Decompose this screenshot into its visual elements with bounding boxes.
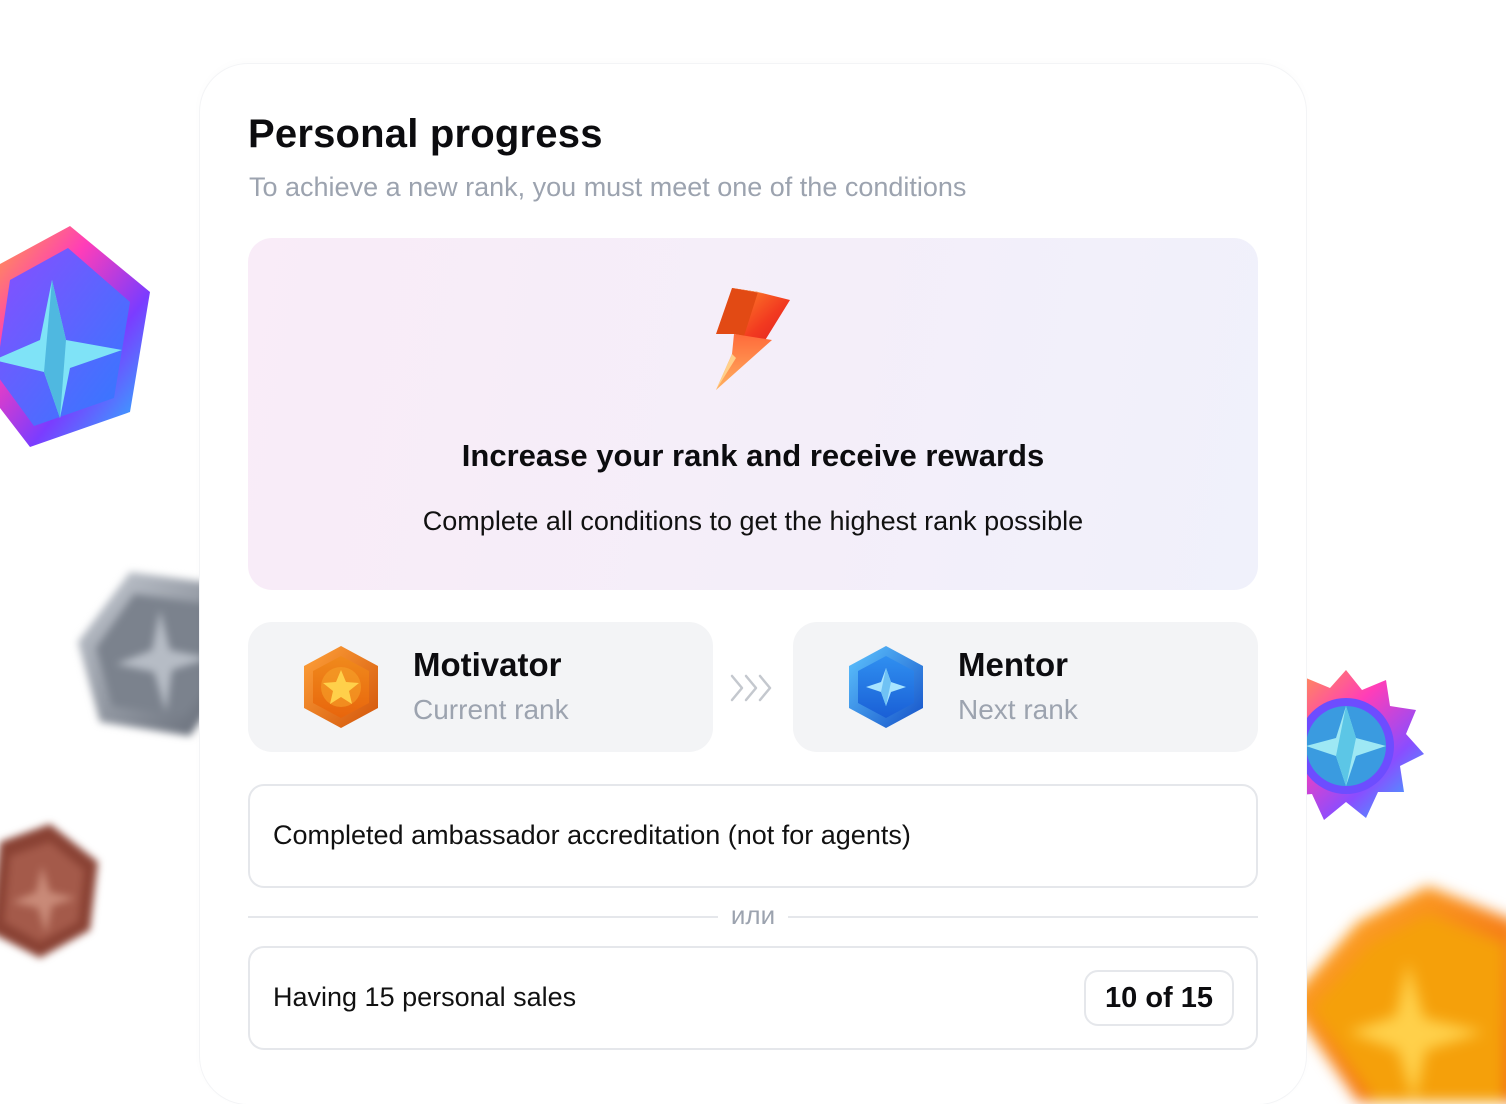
blue-rank-badge-icon — [849, 646, 923, 728]
page-title: Personal progress — [248, 112, 603, 156]
or-separator-label: или — [730, 900, 776, 930]
banner-title: Increase your rank and receive rewards — [461, 438, 1045, 473]
current-rank-card: Motivator Current rank — [248, 622, 713, 752]
gold-star-badge-decoration — [1288, 886, 1506, 1102]
next-rank-card: Mentor Next rank — [793, 622, 1258, 752]
condition-text: Completed ambassador accreditation (not … — [273, 820, 911, 850]
rewards-banner: Increase your rank and receive rewards C… — [248, 238, 1258, 590]
condition-item: Having 15 personal sales 10 of 15 — [248, 946, 1258, 1050]
condition-item: Completed ambassador accreditation (not … — [248, 784, 1258, 888]
next-rank-label: Next rank — [958, 694, 1078, 725]
triple-chevron-right-icon — [730, 674, 772, 702]
separator-line — [788, 916, 1258, 918]
lightning-icon — [716, 288, 790, 390]
current-rank-name: Motivator — [413, 646, 562, 683]
page-subtitle: To achieve a new rank, you must meet one… — [249, 172, 967, 202]
bronze-rank-badge-icon — [304, 646, 378, 728]
progress-counter-badge: 10 of 15 — [1084, 970, 1234, 1026]
banner-text: Complete all conditions to get the highe… — [422, 506, 1084, 536]
separator-line — [248, 916, 718, 918]
bronze-star-badge-decoration — [0, 824, 98, 958]
condition-text: Having 15 personal sales — [273, 982, 577, 1012]
current-rank-label: Current rank — [413, 694, 569, 725]
rainbow-star-badge-decoration — [0, 226, 150, 447]
next-rank-name: Mentor — [958, 646, 1068, 683]
